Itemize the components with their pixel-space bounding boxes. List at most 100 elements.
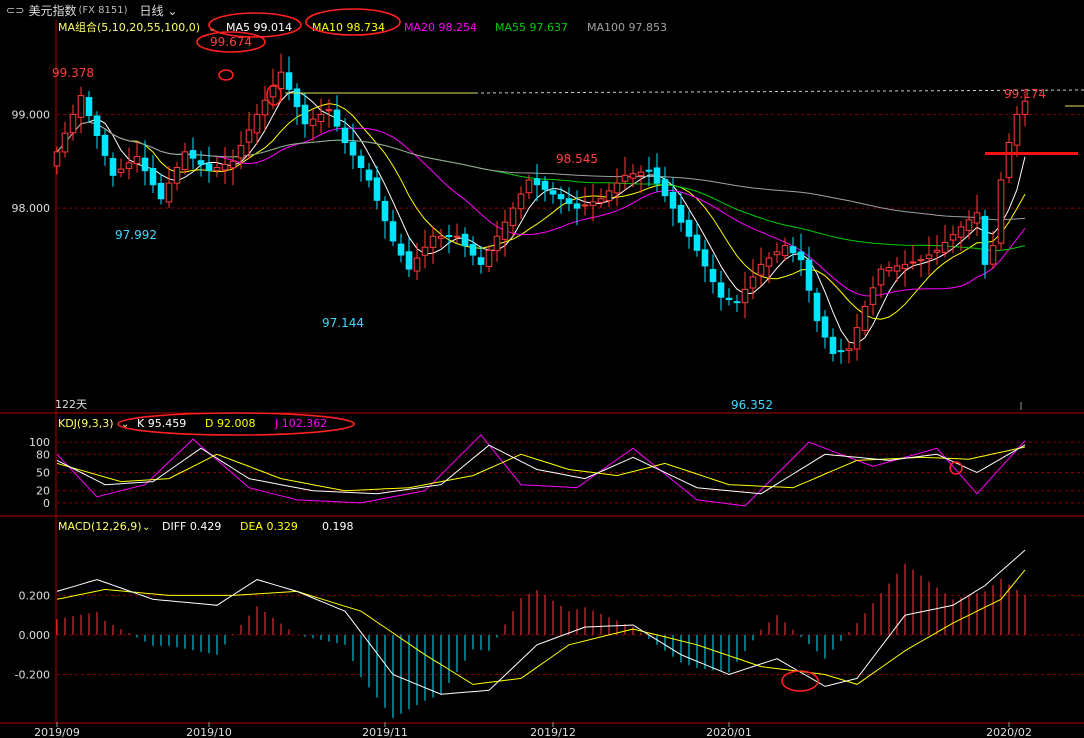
candle-body — [621, 174, 629, 182]
x-tick-label: 2020/02 — [986, 726, 1032, 738]
candle-body — [357, 155, 365, 169]
candle-body — [77, 95, 85, 118]
candle-body — [957, 226, 965, 238]
candle-body — [653, 167, 661, 184]
candle-body — [885, 267, 893, 272]
candle-body — [317, 113, 325, 123]
kdj-y-tick: 0 — [43, 497, 50, 510]
candle-body — [245, 129, 253, 143]
candle-body — [125, 162, 133, 169]
candle-body — [925, 254, 933, 259]
candle-body — [597, 198, 605, 203]
x-tick-label: 2019/11 — [362, 726, 408, 738]
candle-body — [381, 200, 389, 222]
candle-body — [733, 301, 741, 304]
candle-body — [693, 234, 701, 251]
candle-body — [637, 171, 645, 176]
candle-body — [805, 259, 813, 291]
candle-body — [813, 292, 821, 322]
candle-body — [181, 151, 189, 170]
candle-body — [549, 190, 557, 195]
kdj-legend-item: K 95.459 — [137, 417, 186, 430]
candle-body — [773, 251, 781, 256]
candle-body — [573, 203, 581, 209]
chart-canvas[interactable]: 99.00098.00099.37897.99299.67497.14498.5… — [0, 0, 1084, 738]
reference-line-dashed — [474, 89, 1084, 94]
candle-body — [1021, 100, 1029, 115]
candle-body — [565, 198, 573, 204]
candle-body — [437, 235, 445, 239]
ma-group-label: MA组合(5,10,20,55,100,0) — [58, 20, 200, 34]
candle-body — [989, 245, 997, 265]
candle-body — [1013, 113, 1021, 146]
candle-body — [445, 234, 453, 237]
kdj-y-tick: 100 — [29, 436, 50, 449]
candle-body — [749, 276, 757, 289]
candle-body — [469, 243, 477, 256]
macd-legend-item: DEA 0.329 — [240, 520, 298, 533]
candle-body — [837, 350, 845, 353]
candle-body — [269, 85, 277, 98]
candle-body — [309, 118, 317, 126]
candle-body — [877, 268, 885, 286]
kdj-y-tick: 20 — [36, 485, 50, 498]
candle-body — [293, 88, 301, 108]
candle-body — [173, 167, 181, 184]
price-annotation: 96.352 — [731, 398, 773, 412]
kdj-y-tick: 50 — [36, 467, 50, 480]
candle-body — [365, 169, 373, 181]
candle-body — [141, 157, 149, 172]
price-annotation: 97.992 — [115, 228, 157, 242]
candle-body — [589, 201, 597, 206]
candle-body — [373, 177, 381, 201]
annotation-ellipse — [949, 461, 963, 475]
candle-body — [85, 97, 93, 117]
macd-label: MACD(12,26,9) — [58, 520, 142, 533]
kdj-label: KDJ(9,3,3) — [58, 417, 114, 430]
price-y-tick: 98.000 — [12, 202, 51, 215]
candle-body — [757, 263, 765, 276]
candle-body — [53, 151, 61, 167]
candle-body — [965, 219, 973, 231]
candle-body — [789, 246, 797, 254]
candle-body — [133, 156, 141, 164]
candle-body — [677, 204, 685, 223]
candle-body — [93, 115, 101, 136]
ma-line-3 — [56, 121, 1026, 252]
candle-body — [869, 287, 877, 305]
candle-body — [765, 257, 773, 267]
candle-body — [461, 233, 469, 247]
price-annotation: 98.545 — [556, 152, 598, 166]
ma-line-0 — [56, 90, 1026, 345]
candle-body — [685, 219, 693, 237]
candle-body — [485, 249, 493, 267]
candle-body — [117, 168, 125, 173]
x-tick-label: 2019/12 — [530, 726, 576, 738]
candle-body — [933, 249, 941, 253]
candle-body — [1005, 142, 1013, 178]
candle-body — [629, 173, 637, 179]
candle-body — [237, 145, 245, 159]
candle-body — [61, 132, 69, 153]
kdj-y-tick: 80 — [36, 448, 50, 461]
kdj-k-line — [56, 444, 1026, 495]
candle-body — [69, 113, 77, 134]
candle-body — [509, 207, 517, 227]
ma-line-4 — [56, 121, 1026, 221]
price-annotation: 99.174 — [1004, 87, 1046, 101]
candle-body — [781, 245, 789, 257]
annotation-ellipse — [781, 670, 819, 692]
candle-body — [941, 242, 949, 253]
candle-body — [613, 182, 621, 194]
candle-body — [909, 261, 917, 264]
candle-body — [157, 183, 165, 200]
candle-body — [221, 163, 229, 171]
candle-body — [213, 167, 221, 172]
candle-body — [717, 282, 725, 298]
candle-body — [477, 257, 485, 265]
candle-body — [533, 178, 541, 186]
candle-body — [333, 109, 341, 127]
candle-body — [229, 160, 237, 169]
candle-body — [829, 336, 837, 354]
candle-body — [285, 72, 293, 90]
